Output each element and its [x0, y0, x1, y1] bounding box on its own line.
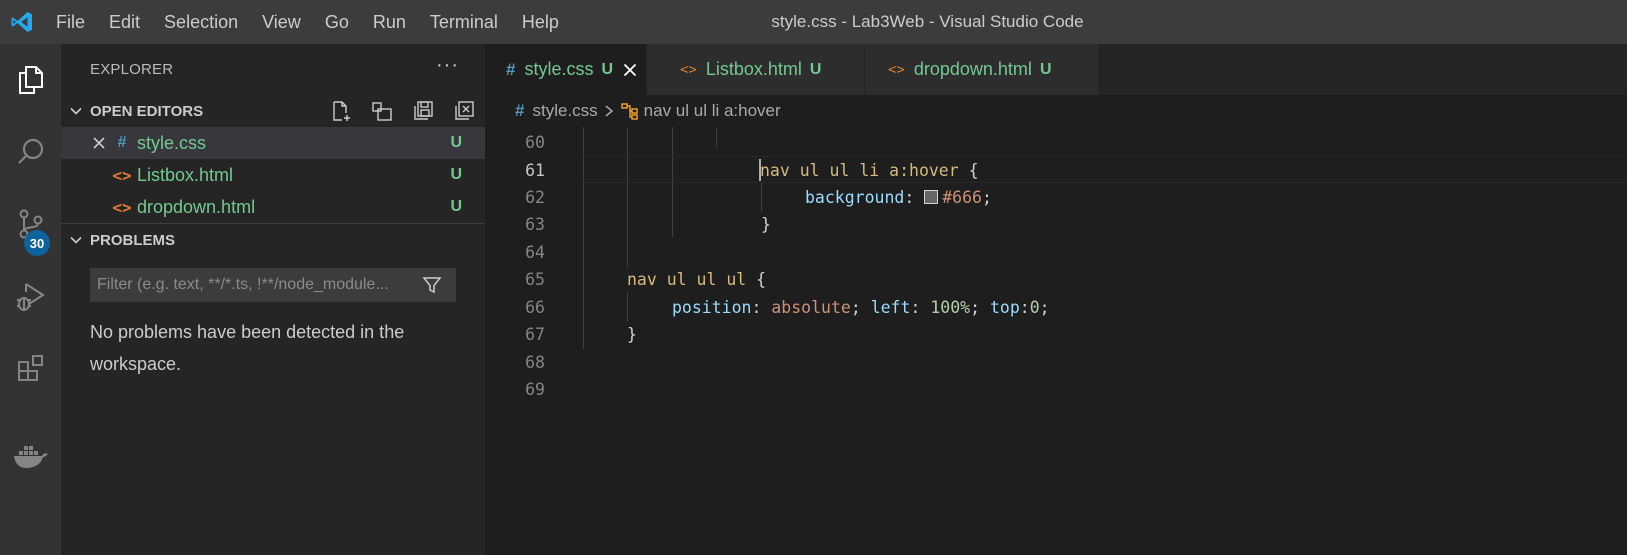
- problems-label: PROBLEMS: [90, 231, 176, 249]
- line-number: 68: [525, 353, 545, 372]
- vscode-logo-icon: [0, 0, 44, 44]
- symbol-class-icon: [620, 102, 640, 120]
- breadcrumb-symbol[interactable]: nav ul ul li a:hover: [644, 101, 781, 121]
- code-text: }: [627, 325, 637, 344]
- problems-header[interactable]: PROBLEMS: [61, 224, 485, 256]
- line-number: 64: [525, 243, 545, 262]
- menu-run[interactable]: Run: [361, 0, 418, 44]
- open-editors-label: OPEN EDITORS: [90, 102, 204, 120]
- css-file-icon: #: [506, 59, 516, 79]
- search-icon[interactable]: [0, 116, 61, 188]
- code-line: 67 }: [485, 321, 1627, 348]
- filter-placeholder: Filter (e.g. text, **/*.ts, !**/node_mod…: [97, 276, 389, 293]
- menu-view[interactable]: View: [250, 0, 313, 44]
- code-text: background: #666;: [805, 188, 992, 207]
- css-file-icon: #: [117, 134, 127, 151]
- code-line: 61 nav ul ul li a:hover {: [485, 157, 1627, 184]
- code-line: 68: [485, 349, 1627, 376]
- file-name: Listbox.html: [137, 164, 234, 185]
- line-number: 63: [525, 215, 545, 234]
- menu-terminal[interactable]: Terminal: [418, 0, 510, 44]
- css-file-icon: #: [515, 101, 525, 120]
- file-name: dropdown.html: [137, 196, 256, 217]
- problems-filter-input[interactable]: Filter (e.g. text, **/*.ts, !**/node_mod…: [90, 268, 456, 302]
- breadcrumb: # style.css nav ul ul li a:hover: [485, 95, 1627, 127]
- untracked-badge: U: [601, 60, 614, 78]
- more-actions-icon[interactable]: ···: [436, 54, 459, 77]
- close-icon[interactable]: [89, 136, 109, 150]
- open-editors-header[interactable]: OPEN EDITORS: [61, 95, 485, 127]
- untracked-badge: U: [1039, 60, 1052, 78]
- menu-bar: File Edit Selection View Go Run Terminal…: [44, 0, 571, 44]
- code-text: nav ul ul ul {: [627, 270, 767, 289]
- tab-style-css[interactable]: # style.css U: [485, 44, 647, 95]
- explorer-icon[interactable]: [0, 44, 61, 116]
- sidebar-header: EXPLORER ···: [61, 44, 485, 95]
- line-number: 62: [525, 188, 545, 207]
- chevron-right-icon: [604, 104, 614, 118]
- file-name: style.css: [137, 132, 207, 153]
- menu-edit[interactable]: Edit: [97, 0, 152, 44]
- menu-selection[interactable]: Selection: [152, 0, 250, 44]
- untracked-badge: U: [450, 198, 462, 215]
- no-problems-message: No problems have been detected in the wo…: [90, 322, 405, 374]
- save-all-icon[interactable]: [412, 100, 434, 122]
- editor-tab-bar: # style.css U <> Listbox.html U <> dropd…: [485, 44, 1627, 95]
- line-number: 61: [525, 161, 545, 180]
- open-editor-item-style-css[interactable]: # style.css U: [61, 127, 485, 159]
- close-all-icon[interactable]: [453, 100, 475, 122]
- tab-dropdown-html[interactable]: <> dropdown.html U: [865, 44, 1099, 95]
- line-number: 67: [525, 325, 545, 344]
- source-control-badge: 30: [24, 230, 50, 256]
- html-file-icon: <>: [888, 61, 905, 78]
- open-editor-item-listbox-html[interactable]: <> Listbox.html U: [61, 159, 485, 191]
- html-file-icon: <>: [112, 197, 132, 217]
- tab-label: style.css: [524, 59, 594, 79]
- code-line: 69: [485, 376, 1627, 403]
- code-text: nav ul ul li a:hover {: [760, 161, 979, 180]
- menu-go[interactable]: Go: [313, 0, 361, 44]
- tab-label: dropdown.html: [913, 59, 1032, 79]
- breadcrumb-file[interactable]: style.css: [532, 101, 597, 121]
- extensions-icon[interactable]: [0, 332, 61, 404]
- code-line: 64: [485, 239, 1627, 266]
- code-line: 63 }: [485, 211, 1627, 238]
- untracked-badge: U: [450, 134, 462, 151]
- close-icon[interactable]: [623, 63, 637, 77]
- title-bar: File Edit Selection View Go Run Terminal…: [0, 0, 1627, 44]
- line-number: 69: [525, 380, 545, 399]
- sidebar-title: EXPLORER: [90, 61, 174, 78]
- color-swatch[interactable]: [924, 190, 939, 204]
- untracked-badge: U: [809, 60, 822, 78]
- untracked-badge: U: [450, 166, 462, 183]
- run-debug-icon[interactable]: [0, 260, 61, 332]
- text-cursor: [759, 159, 761, 181]
- code-line: 66 position: absolute; left: 100%; top:0…: [485, 294, 1627, 321]
- code-text: }: [761, 215, 771, 234]
- activity-bar: 30: [0, 44, 61, 555]
- chevron-down-icon: [62, 233, 90, 247]
- filter-icon[interactable]: [422, 275, 442, 300]
- open-editor-item-dropdown-html[interactable]: <> dropdown.html U: [61, 191, 485, 223]
- menu-file[interactable]: File: [44, 0, 97, 44]
- new-file-icon[interactable]: [330, 100, 352, 122]
- code-line: 60: [485, 129, 1627, 156]
- code-editor[interactable]: 60 61 nav ul ul li a:hover { 62 backgrou…: [485, 127, 1627, 555]
- tab-label: Listbox.html: [705, 59, 802, 79]
- line-number: 60: [525, 133, 545, 152]
- html-file-icon: <>: [112, 165, 132, 185]
- html-file-icon: <>: [680, 61, 697, 78]
- line-number: 65: [525, 270, 545, 289]
- code-text: position: absolute; left: 100%; top:0;: [672, 298, 1050, 317]
- menu-help[interactable]: Help: [510, 0, 571, 44]
- new-folder-icon[interactable]: [371, 100, 393, 122]
- code-line: 65 nav ul ul ul {: [485, 266, 1627, 293]
- tab-listbox-html[interactable]: <> Listbox.html U: [647, 44, 865, 95]
- line-number: 66: [525, 298, 545, 317]
- chevron-down-icon: [62, 104, 90, 118]
- open-editors-actions: [330, 95, 475, 127]
- explorer-sidebar: EXPLORER ··· OPEN EDITORS # style.css U …: [61, 44, 485, 555]
- docker-icon[interactable]: [0, 420, 61, 492]
- code-line: 62 background: #666;: [485, 184, 1627, 211]
